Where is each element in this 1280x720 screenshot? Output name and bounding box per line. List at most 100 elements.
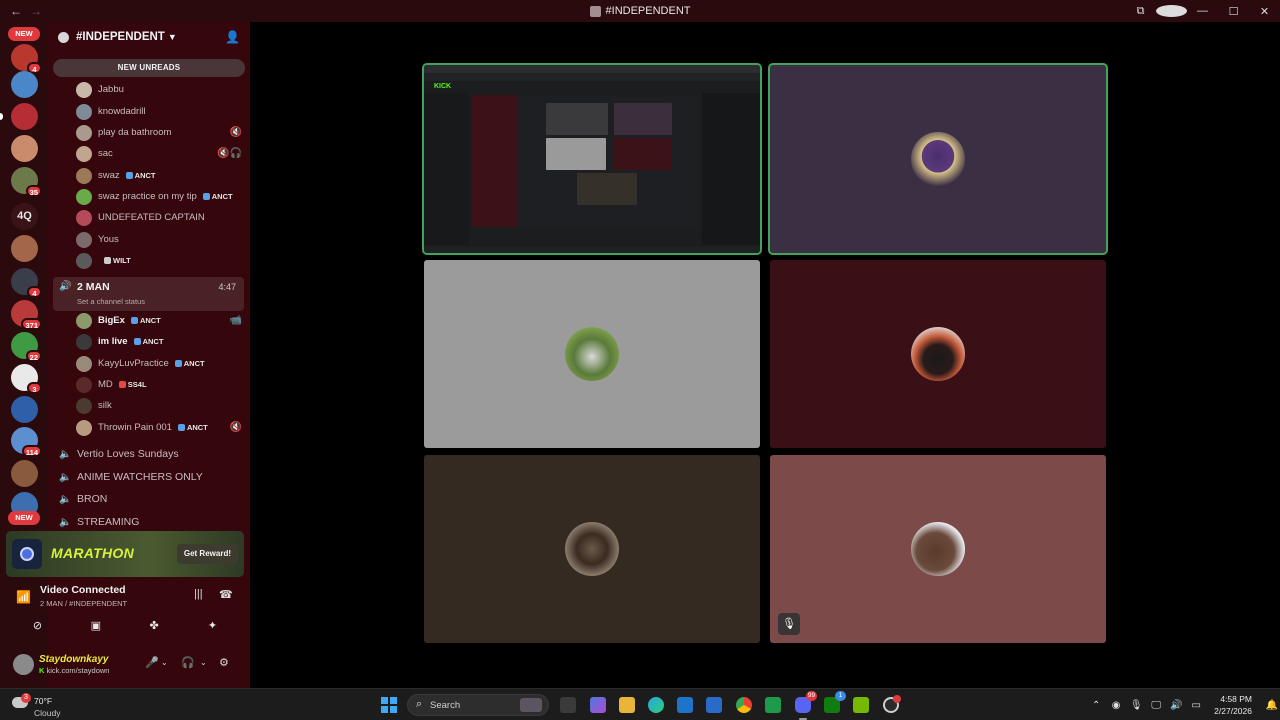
server-icon-11[interactable]: 3 <box>11 364 42 394</box>
avatar[interactable] <box>13 654 34 675</box>
display-icon[interactable]: 🖵 <box>1146 700 1166 711</box>
voice-member[interactable]: BigEx ANCT 📹 <box>76 310 242 331</box>
help-icon[interactable]: ? <box>1156 5 1187 17</box>
soundboard-button[interactable]: ✦ <box>191 616 234 634</box>
voice-member[interactable]: play da bathroom 🔇 <box>76 122 242 143</box>
voice-member[interactable]: knowdadrill <box>76 101 242 122</box>
new-unreads-banner[interactable]: NEW UNREADS <box>53 59 245 77</box>
server-icon-10[interactable]: 22 <box>11 332 42 362</box>
voice-channel[interactable]: 🔈 ANIME WATCHERS ONLY <box>53 466 243 488</box>
server-icon-3[interactable] <box>0 103 38 130</box>
add-user-icon[interactable]: 👤 <box>225 30 240 44</box>
app-icon[interactable] <box>765 697 781 713</box>
chevron-down-icon[interactable]: ⌄ <box>161 658 168 667</box>
voice-member[interactable]: im live ANCT <box>76 331 242 352</box>
server-icon-12[interactable] <box>11 396 38 423</box>
voice-member[interactable]: Jabbu <box>76 79 242 100</box>
clock[interactable]: 4:58 PM 2/27/2026 <box>1206 693 1264 717</box>
noise-suppression-icon[interactable]: ||| <box>194 588 203 600</box>
server-icon-7[interactable] <box>11 235 38 262</box>
avatar <box>76 103 92 120</box>
chrome-icon[interactable] <box>736 697 752 713</box>
video-tile-screenshare[interactable]: KICK <box>422 63 762 255</box>
clan-tag-icon <box>202 193 210 200</box>
voice-member[interactable]: swaz ANCT <box>76 165 242 186</box>
xbox-icon[interactable]: 1 <box>824 691 846 713</box>
file-explorer-icon[interactable] <box>619 697 635 713</box>
video-tile-user[interactable]: 🎙 <box>770 455 1106 643</box>
server-icon-4q[interactable]: 4Q <box>11 203 38 230</box>
video-tile-user[interactable] <box>424 455 760 643</box>
new-pill-top[interactable]: NEW <box>8 27 40 41</box>
windows-start-icon[interactable] <box>381 697 397 713</box>
voice-status-subtitle[interactable]: 2 MAN / #INDEPENDENT <box>40 599 127 608</box>
get-reward-button[interactable]: Get Reward! <box>176 544 238 564</box>
username[interactable]: Staydownkayy <box>39 654 108 665</box>
edge-icon[interactable] <box>648 697 664 713</box>
microphone-icon[interactable]: 🎙 <box>1126 700 1146 711</box>
disconnect-icon[interactable]: ☎ <box>219 588 233 601</box>
taskbar-search[interactable]: ⌕ Search <box>407 694 549 716</box>
voice-member[interactable]: WILT <box>76 250 242 271</box>
microphone-icon[interactable]: 🎤 <box>145 656 159 669</box>
minimize-button[interactable]: — <box>1187 5 1218 17</box>
new-pill-bottom[interactable]: NEW <box>8 511 40 525</box>
server-icon-13[interactable]: 114 <box>11 427 42 457</box>
server-icon-5[interactable]: 35 <box>11 167 42 197</box>
weather-widget[interactable]: 3 70°F Cloudy <box>12 693 82 718</box>
mention-badge: 35 <box>25 185 42 197</box>
server-icon-8[interactable]: 4 <box>11 268 42 298</box>
voice-member[interactable]: Yous <box>76 229 242 250</box>
chevron-down-icon: ▼ <box>167 32 177 42</box>
network-status-icon[interactable]: ◉ <box>1106 700 1126 711</box>
voice-member[interactable]: Throwin Pain 001 ANCT 🔇 <box>76 417 242 438</box>
chevron-down-icon[interactable]: ⌄ <box>200 658 207 667</box>
close-button[interactable]: ✕ <box>1249 5 1280 18</box>
video-tile-user[interactable] <box>768 63 1108 255</box>
obs-icon[interactable] <box>883 695 901 713</box>
guild-icon <box>58 31 69 43</box>
clan-tag-icon <box>130 317 138 324</box>
store-icon[interactable] <box>677 697 693 713</box>
server-icon-9[interactable]: 371 <box>11 300 42 330</box>
voice-member[interactable]: KayyLuvPractice ANCT <box>76 353 242 374</box>
copilot-icon[interactable] <box>590 697 606 713</box>
gear-icon[interactable]: ⚙ <box>219 656 229 669</box>
server-icon-2[interactable] <box>11 71 38 98</box>
channel-status-input[interactable]: Set a channel status <box>77 297 145 306</box>
mention-badge: 22 <box>25 350 42 362</box>
activities-button[interactable]: ✤ <box>133 616 176 634</box>
voice-member[interactable]: UNDEFEATED CAPTAIN <box>76 207 242 228</box>
guild-header[interactable]: #INDEPENDENT ▼ 👤 <box>48 22 250 52</box>
volume-icon[interactable]: 🔊 <box>1166 700 1186 711</box>
chevron-up-icon[interactable]: ⌃ <box>1086 700 1106 711</box>
voice-channel-active[interactable]: 🔊 2 MAN 4:47 Set a channel status <box>53 277 244 311</box>
battery-icon[interactable]: ▭ <box>1186 700 1206 711</box>
headphones-icon[interactable]: 🎧 <box>181 656 195 669</box>
outlook-icon[interactable] <box>706 697 722 713</box>
nvidia-icon[interactable] <box>853 697 869 713</box>
voice-member[interactable]: sac 🔇🎧 <box>76 143 242 164</box>
server-icon-14[interactable] <box>11 460 38 487</box>
signal-icon[interactable]: 📶 <box>16 590 31 604</box>
task-view-icon[interactable] <box>560 697 576 713</box>
server-icon-1[interactable]: 4 <box>11 44 42 74</box>
voice-member[interactable]: silk <box>76 395 242 416</box>
voice-member[interactable]: MD SS4L <box>76 374 242 395</box>
voice-channel[interactable]: 🔈 BRON <box>53 488 243 510</box>
voice-channel[interactable]: 🔈 Vertio Loves Sundays <box>53 443 243 465</box>
maximize-button[interactable]: ☐ <box>1218 5 1249 18</box>
screen-share-button[interactable]: ▣ <box>74 616 117 634</box>
notification-bell-icon[interactable]: 🔔 <box>1264 700 1280 711</box>
server-icon-4[interactable] <box>11 135 38 162</box>
pip-icon[interactable]: ⧉ <box>1125 5 1156 18</box>
voice-channel[interactable]: 🔈 STREAMING <box>53 511 243 533</box>
game-logo-icon <box>12 539 42 569</box>
video-tile-user[interactable] <box>770 260 1106 448</box>
quest-promo-banner[interactable]: MARATHON Get Reward! <box>6 531 244 577</box>
voice-member[interactable]: swaz practice on my tip ANCT <box>76 186 242 207</box>
window-title-text: #INDEPENDENT <box>605 5 691 17</box>
video-tile-user[interactable] <box>424 260 760 448</box>
discord-icon[interactable]: 99 <box>795 691 817 720</box>
camera-off-button[interactable]: ⊘ <box>16 616 59 634</box>
